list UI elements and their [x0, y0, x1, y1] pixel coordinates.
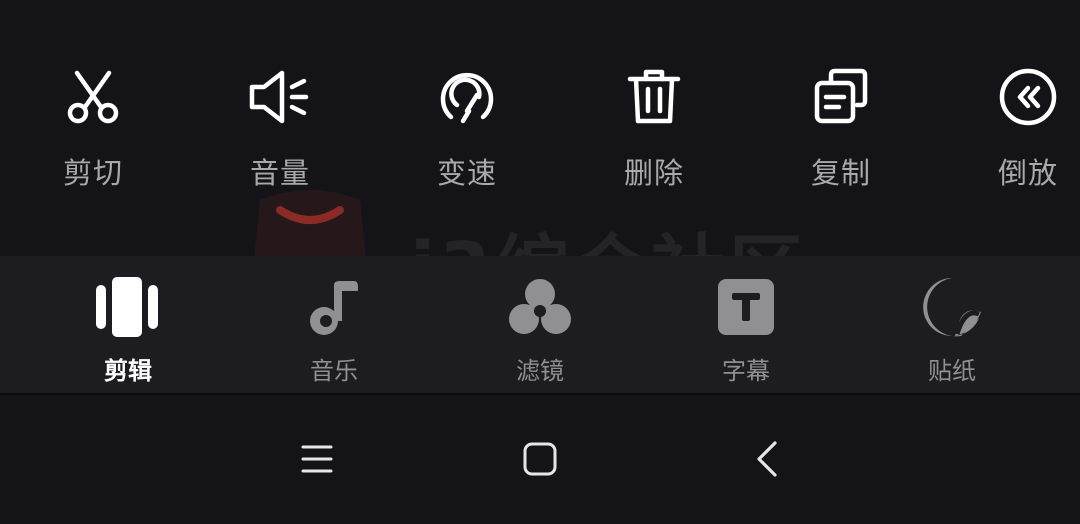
- speed-label: 变速: [436, 156, 497, 190]
- sticker-icon: [917, 274, 987, 339]
- tab-subtitle-label: 字幕: [722, 357, 770, 385]
- music-note-icon: [299, 274, 369, 339]
- back-button[interactable]: [737, 429, 797, 489]
- tab-sticker[interactable]: 贴纸: [882, 274, 1022, 386]
- clip-edit-icon: [93, 274, 163, 339]
- home-button[interactable]: [510, 429, 570, 489]
- tab-subtitle[interactable]: 字幕: [676, 274, 816, 386]
- trash-icon: [621, 64, 687, 130]
- rewind-icon: [995, 64, 1061, 130]
- speed-button[interactable]: 变速: [407, 64, 527, 204]
- tab-edit-label: 剪辑: [104, 357, 152, 385]
- copy-button[interactable]: 复制: [781, 64, 901, 204]
- category-tab-bar: 剪辑 音乐 滤镜 字幕 贴纸: [0, 256, 1080, 393]
- scissors-icon: [60, 64, 126, 130]
- reverse-button[interactable]: 倒放: [968, 64, 1080, 204]
- reverse-label: 倒放: [997, 156, 1058, 190]
- copy-label: 复制: [810, 156, 871, 190]
- volume-icon: [247, 64, 313, 130]
- tool-row: 剪切 音量 变速 删除 复制 倒放: [0, 0, 1080, 256]
- delete-label: 删除: [623, 156, 684, 190]
- tab-music-label: 音乐: [310, 357, 358, 385]
- menu-button[interactable]: [287, 429, 347, 489]
- tab-edit[interactable]: 剪辑: [58, 274, 198, 386]
- tab-music[interactable]: 音乐: [264, 274, 404, 386]
- speed-gauge-icon: [434, 64, 500, 130]
- cut-button[interactable]: 剪切: [33, 64, 153, 204]
- filter-icon: [505, 274, 575, 339]
- back-icon: [757, 441, 777, 477]
- video-editor-screen: i3综合社区 www.i3zh.com 剪切: [0, 0, 1080, 524]
- menu-icon: [301, 445, 333, 473]
- volume-button[interactable]: 音量: [220, 64, 340, 204]
- tab-filter[interactable]: 滤镜: [470, 274, 610, 386]
- tab-filter-label: 滤镜: [516, 357, 564, 385]
- text-icon: [711, 274, 781, 339]
- delete-button[interactable]: 删除: [594, 64, 714, 204]
- system-nav-bar: [0, 395, 1080, 524]
- volume-label: 音量: [249, 156, 310, 190]
- copy-icon: [808, 64, 874, 130]
- cut-label: 剪切: [62, 156, 123, 190]
- home-icon: [523, 442, 557, 476]
- tab-sticker-label: 贴纸: [928, 357, 976, 385]
